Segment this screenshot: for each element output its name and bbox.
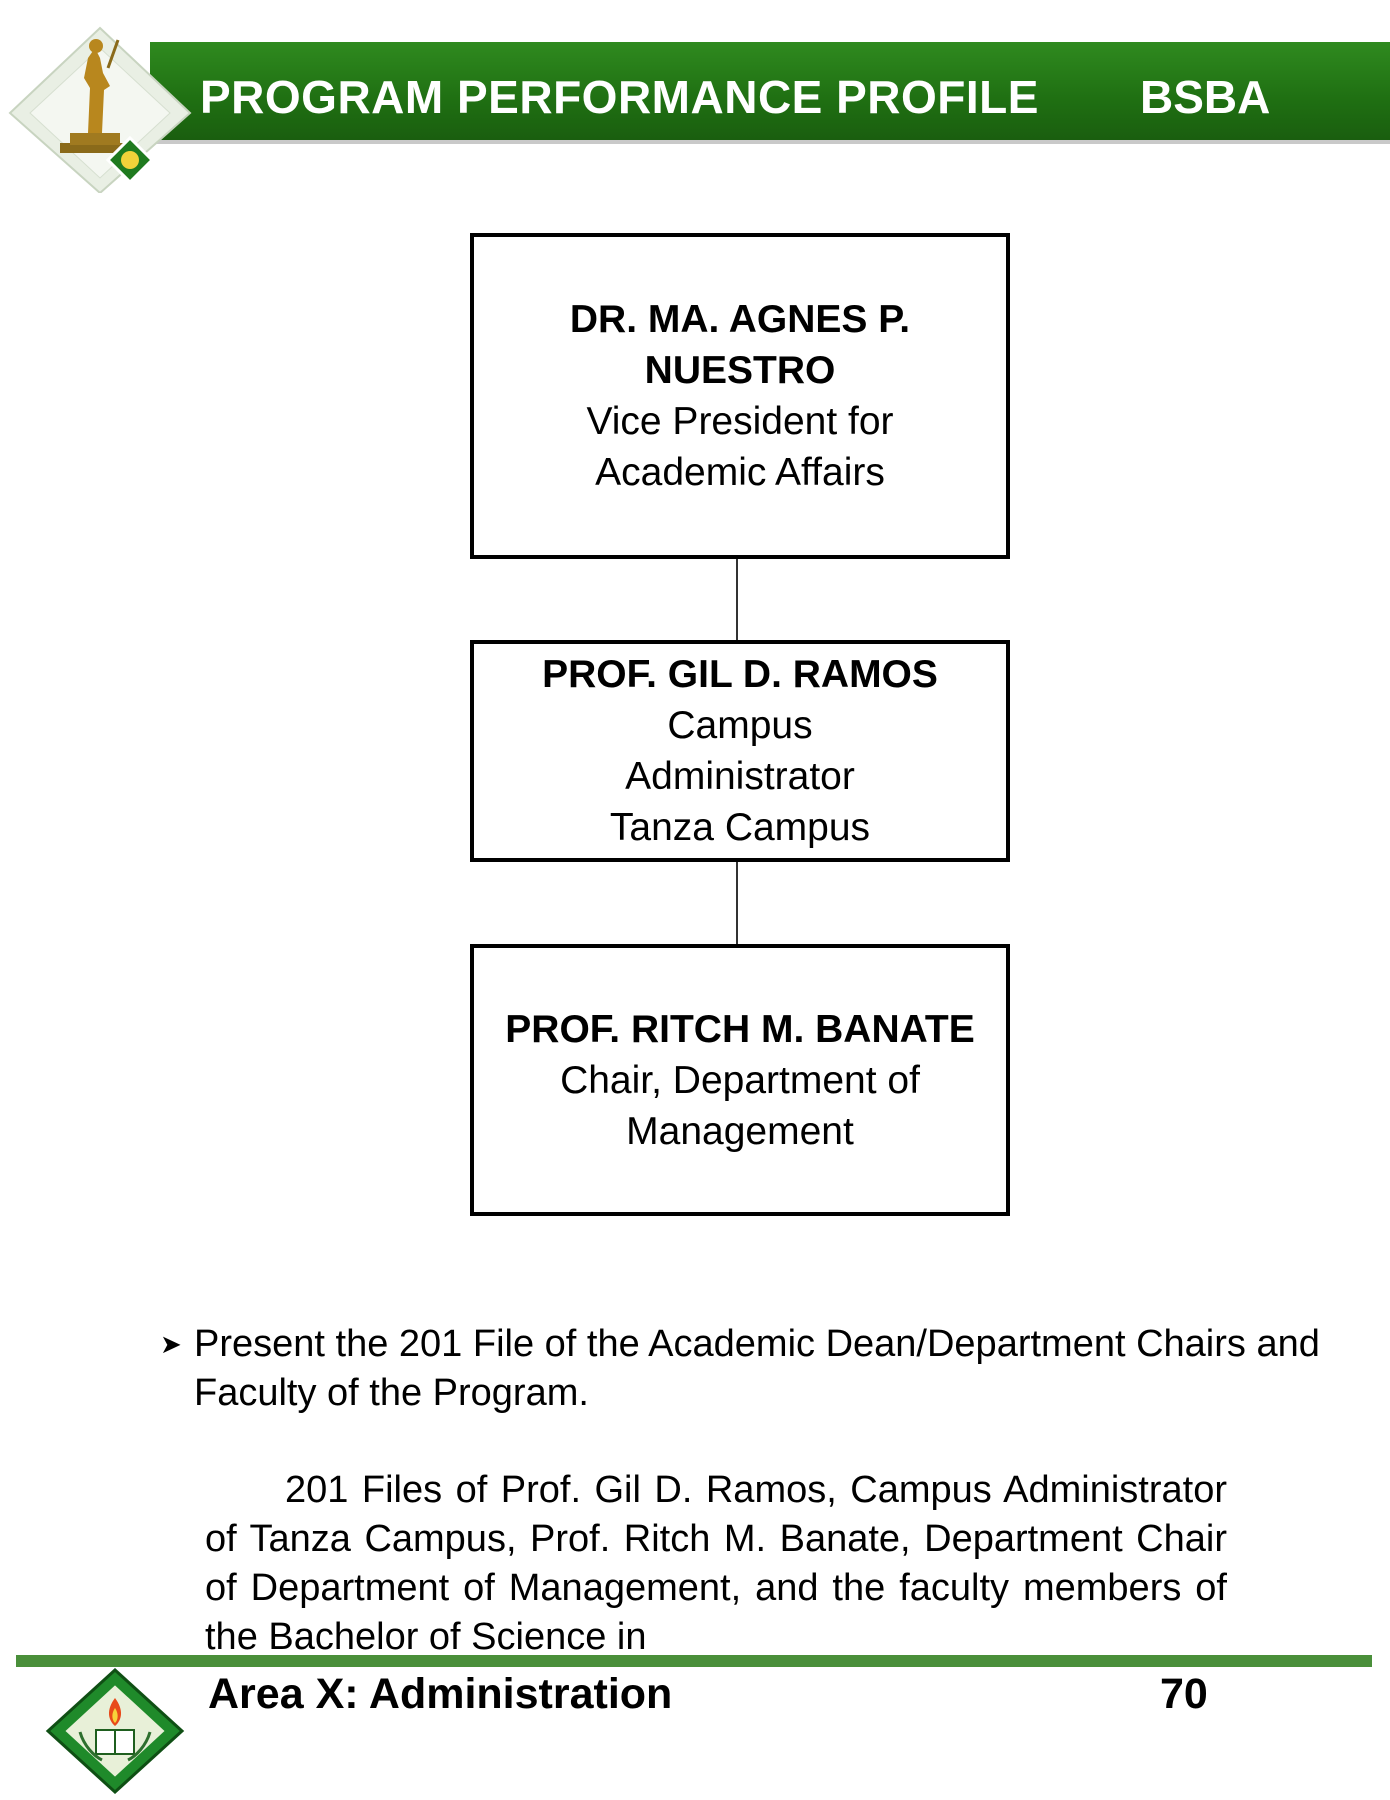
org-box-vice-president: DR. MA. AGNES P. NUESTRO Vice President … [470,233,1010,559]
org-connector-line [736,862,738,944]
org-role-line: Academic Affairs [595,451,885,494]
org-name-line: DR. MA. AGNES P. [569,298,911,341]
program-code: BSBA [1140,71,1271,123]
footer-divider [16,1655,1372,1667]
body-paragraph: 201 Files of Prof. Gil D. Ramos, Campus … [205,1469,1227,1654]
org-name-line: NUESTRO [644,349,836,392]
university-seal-icon [45,1668,185,1794]
org-role-line: Campus [667,704,813,747]
org-role-line: Management [626,1109,854,1153]
org-connector-line [736,559,738,640]
org-role-line: Tanza Campus [609,806,871,849]
page-number: 70 [1160,1670,1208,1718]
org-role-line: Vice President for [586,400,894,443]
bullet-text: Present the 201 File of the Academic Dea… [194,1323,1320,1414]
org-name-line: PROF. GIL D. RAMOS [542,653,938,696]
org-box-campus-administrator: PROF. GIL D. RAMOS Campus Administrator … [470,640,1010,862]
instruction-bullet: ➤ Present the 201 File of the Academic D… [160,1320,1340,1418]
org-name-line: PROF. RITCH M. BANATE [505,1007,975,1051]
org-role-line: Administrator [625,755,855,798]
arrow-bullet-icon: ➤ [160,1329,182,1359]
footer-area-label: Area X: Administration [208,1670,673,1718]
org-role-line: Chair, Department of [560,1058,920,1102]
university-statue-logo-icon [8,26,192,193]
org-box-department-chair: PROF. RITCH M. BANATE Chair, Department … [470,944,1010,1216]
page-header-title: PROGRAM PERFORMANCE PROFILE [200,71,1039,123]
